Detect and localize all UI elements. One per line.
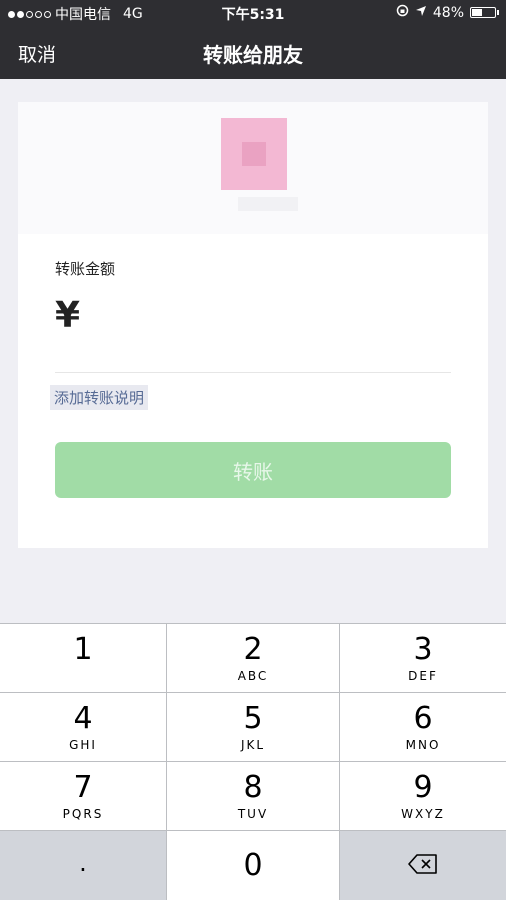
key-3[interactable]: 3 DEF — [340, 624, 506, 692]
add-note-link[interactable]: 添加转账说明 — [50, 385, 149, 410]
battery-icon — [470, 7, 499, 18]
transfer-card: 转账金额 ¥ 添加转账说明 转账 — [18, 102, 488, 548]
key-2[interactable]: 2 ABC — [167, 624, 339, 692]
key-digit: 4 — [73, 701, 93, 736]
key-digit: 1 — [73, 632, 93, 667]
key-7[interactable]: 7 PQRS — [0, 762, 166, 830]
key-5[interactable]: 5 JKL — [167, 693, 339, 761]
key-letters: GHI — [69, 738, 97, 752]
key-letters: WXYZ — [401, 807, 445, 821]
battery-percent: 48% — [432, 4, 464, 21]
nav-bar: 取消 转账给朋友 — [0, 26, 506, 79]
key-8[interactable]: 8 TUV — [167, 762, 339, 830]
key-9[interactable]: 9 WXYZ — [340, 762, 506, 830]
key-digit: 7 — [73, 770, 93, 805]
key-letters: PQRS — [62, 807, 104, 821]
key-digit: 6 — [413, 701, 433, 736]
status-right: 48% — [396, 4, 499, 21]
location-arrow-icon — [415, 5, 427, 21]
key-0[interactable]: 0 — [167, 831, 339, 900]
backspace-icon — [408, 853, 438, 878]
recipient-header — [18, 102, 488, 234]
key-digit: 8 — [243, 770, 263, 805]
amount-row: ¥ — [55, 290, 451, 340]
key-letters — [80, 669, 86, 683]
key-letters: ABC — [237, 669, 269, 683]
page-title: 转账给朋友 — [203, 43, 303, 67]
key-decimal[interactable]: . — [0, 831, 166, 900]
key-digit: 9 — [413, 770, 433, 805]
status-bar: 中国电信 4G 下午5:31 48% — [0, 0, 506, 26]
key-digit: 2 — [243, 632, 263, 667]
key-4[interactable]: 4 GHI — [0, 693, 166, 761]
key-letters: DEF — [408, 669, 438, 683]
key-6[interactable]: 6 MNO — [340, 693, 506, 761]
key-decimal-label: . — [79, 848, 87, 877]
amount-label: 转账金额 — [55, 260, 116, 278]
key-letters: JKL — [240, 738, 266, 752]
currency-symbol: ¥ — [55, 294, 81, 336]
divider — [55, 372, 451, 373]
key-delete[interactable] — [340, 831, 506, 900]
key-letters: TUV — [237, 807, 269, 821]
key-digit: 3 — [413, 632, 433, 667]
key-letters: MNO — [405, 738, 441, 752]
numeric-keypad: 1 2 ABC 3 DEF 4 GHI 5 JKL 6 MNO 7 PQRS 8 TUV 9 WXYZ. 0 — [0, 623, 506, 900]
key-digit: 0 — [243, 847, 263, 883]
transfer-button[interactable]: 转账 — [55, 442, 451, 498]
key-digit: 5 — [243, 701, 263, 736]
orientation-lock-icon — [396, 4, 409, 21]
recipient-name-blurred — [238, 197, 298, 211]
key-1[interactable]: 1 — [0, 624, 166, 692]
avatar — [221, 118, 287, 190]
amount-input[interactable] — [90, 295, 425, 335]
